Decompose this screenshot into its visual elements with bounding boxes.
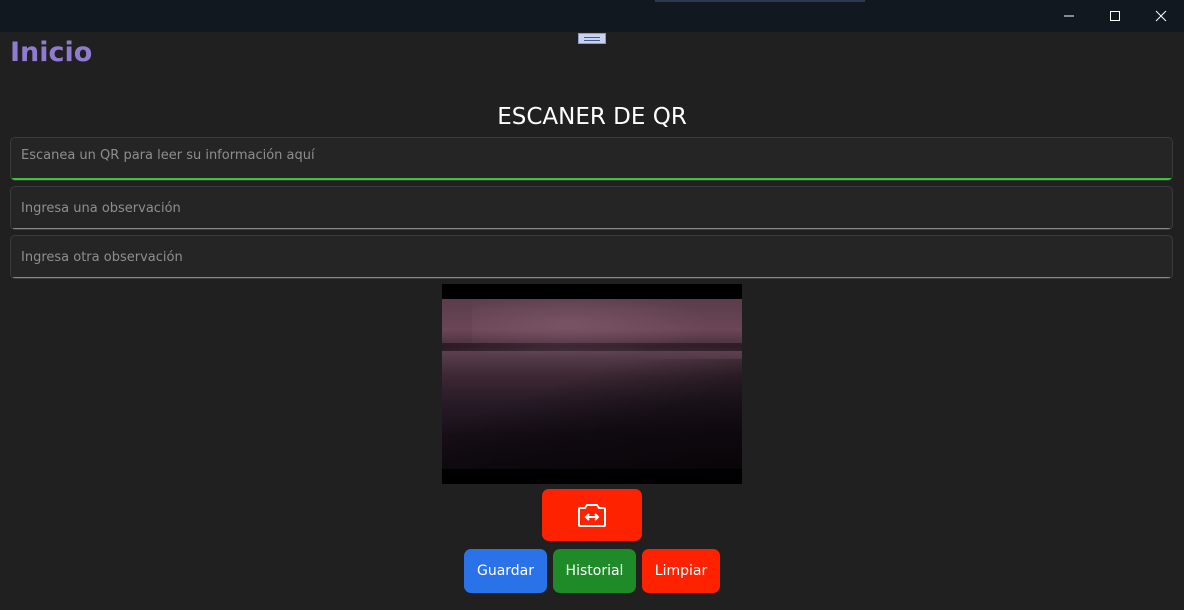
close-button[interactable] [1138,0,1184,32]
minimize-button[interactable] [1046,0,1092,32]
scanner-heading: ESCANER DE QR [497,104,687,130]
switch-camera-button[interactable] [542,489,642,541]
maximize-icon [1110,11,1120,21]
save-button[interactable]: Guardar [464,549,547,593]
minimize-icon [1064,15,1074,17]
qr-field-focus-underline [11,178,1172,180]
camera-preview [442,284,742,484]
switch-camera-icon [578,504,606,527]
observation-field-1[interactable] [10,186,1173,230]
qr-result-input[interactable] [11,140,1172,170]
observation-input-2[interactable] [11,236,1172,278]
history-button[interactable]: Historial [553,549,636,593]
observation-2-underline [11,277,1172,278]
close-icon [1155,10,1167,22]
titlebar-accent [655,0,865,2]
maximize-button[interactable] [1092,0,1138,32]
clear-button[interactable]: Limpiar [642,549,720,593]
observation-input-1[interactable] [11,187,1172,229]
window-titlebar [0,0,1184,32]
camera-feed [442,299,742,469]
qr-result-field[interactable] [10,137,1173,181]
observation-field-2[interactable] [10,235,1173,279]
page-title: Inicio [10,37,93,68]
drag-handle[interactable] [578,33,606,44]
observation-1-underline [11,228,1172,229]
